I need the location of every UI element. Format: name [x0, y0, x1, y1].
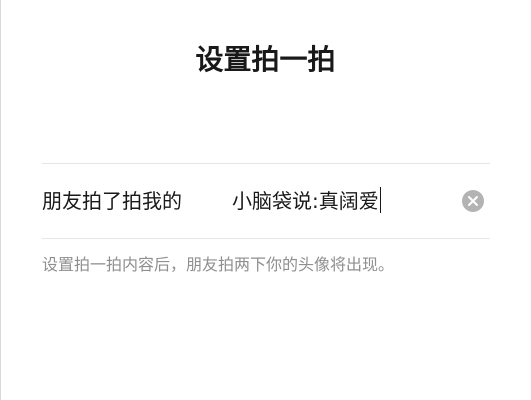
pat-text-input[interactable]: 小脑袋说:真阔爱: [232, 186, 381, 216]
divider-bottom: [42, 238, 490, 239]
pat-input-row[interactable]: 朋友拍了拍我的 小脑袋说:真阔爱: [42, 164, 490, 238]
clear-button[interactable]: [462, 190, 484, 212]
hint-text: 设置拍一拍内容后，朋友拍两下你的头像将出现。: [42, 255, 395, 274]
pat-input-value: 小脑袋说:真阔爱: [232, 189, 379, 213]
pat-prefix-label: 朋友拍了拍我的: [42, 189, 182, 213]
text-caret: [379, 187, 381, 213]
page-title: 设置拍一拍: [195, 43, 336, 76]
clear-circle-icon: [468, 196, 478, 206]
